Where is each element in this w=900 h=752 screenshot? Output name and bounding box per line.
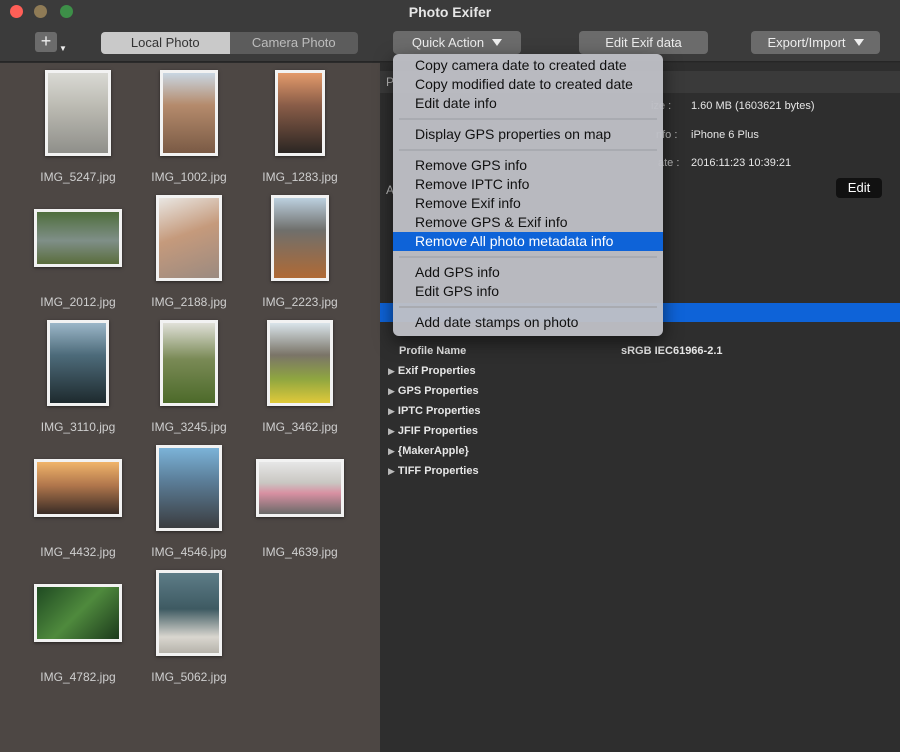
photo-filename: IMG_4782.jpg: [40, 670, 116, 684]
photo-thumbnail[interactable]: [271, 195, 329, 281]
menu-item-edit-date-info[interactable]: Edit date info: [393, 94, 663, 113]
photo-item[interactable]: IMG_5247.jpg: [23, 70, 133, 195]
export-import-label: Export/Import: [767, 35, 846, 50]
export-import-button[interactable]: Export/Import: [751, 31, 880, 54]
photo-thumbnail[interactable]: [34, 584, 122, 642]
photo-item[interactable]: IMG_2223.jpg: [245, 195, 355, 320]
quick-action-button[interactable]: Quick Action: [393, 31, 521, 54]
photo-filename: IMG_3110.jpg: [40, 420, 116, 434]
disclosure-triangle-icon[interactable]: ▶: [388, 406, 395, 416]
title-bar: Photo Exifer: [0, 0, 900, 24]
photo-item[interactable]: IMG_3462.jpg: [245, 320, 355, 445]
photo-item[interactable]: IMG_5062.jpg: [134, 570, 244, 695]
photo-thumbnail[interactable]: [256, 459, 344, 517]
photo-thumbnail[interactable]: [156, 570, 222, 656]
dropdown-arrow-icon: [492, 39, 503, 46]
photo-filename: IMG_1002.jpg: [151, 170, 227, 184]
photo-item[interactable]: IMG_4639.jpg: [245, 445, 355, 570]
file-size-value: 1.60 MB (1603621 bytes): [691, 100, 815, 112]
menu-item-copy-camera-date[interactable]: Copy camera date to created date: [393, 56, 663, 75]
disclosure-triangle-icon[interactable]: ▶: [388, 426, 395, 436]
photo-filename: IMG_1283.jpg: [262, 170, 338, 184]
quick-action-label: Quick Action: [411, 35, 485, 50]
photo-filename: IMG_5062.jpg: [151, 670, 227, 684]
photo-filename: IMG_4639.jpg: [262, 545, 338, 559]
photo-filename: IMG_2223.jpg: [262, 295, 338, 309]
profile-name-value: sRGB IEC61966-2.1: [621, 345, 723, 357]
photo-item[interactable]: IMG_4432.jpg: [23, 445, 133, 570]
photo-thumbnail[interactable]: [34, 459, 122, 517]
photo-filename: IMG_5247.jpg: [40, 170, 116, 184]
tab-camera-photo[interactable]: Camera Photo: [229, 32, 358, 54]
photo-thumbnail[interactable]: [45, 70, 111, 156]
property-group-tiff[interactable]: ▶ TIFF Properties: [388, 465, 479, 477]
property-group-iptc[interactable]: ▶ IPTC Properties: [388, 405, 480, 417]
menu-item-remove-gps-exif[interactable]: Remove GPS & Exif info: [393, 213, 663, 232]
disclosure-triangle-icon[interactable]: ▶: [388, 386, 395, 396]
edit-attributes-button[interactable]: Edit: [836, 178, 882, 198]
photo-item[interactable]: IMG_4782.jpg: [23, 570, 133, 695]
edit-exif-button[interactable]: Edit Exif data: [579, 31, 708, 54]
menu-item-add-date-stamps[interactable]: Add date stamps on photo: [393, 313, 663, 332]
photo-grid: IMG_5247.jpg IMG_1002.jpg IMG_1283.jpg I…: [0, 63, 380, 752]
menu-separator: [399, 149, 657, 151]
device-value: iPhone 6 Plus: [691, 129, 759, 141]
photo-filename: IMG_3462.jpg: [262, 420, 338, 434]
photo-item[interactable]: IMG_3245.jpg: [134, 320, 244, 445]
menu-item-remove-exif[interactable]: Remove Exif info: [393, 194, 663, 213]
photo-thumbnail[interactable]: [160, 320, 218, 406]
property-group-gps[interactable]: ▶ GPS Properties: [388, 385, 479, 397]
window-title: Photo Exifer: [408, 4, 492, 20]
photo-item[interactable]: IMG_3110.jpg: [23, 320, 133, 445]
add-photo-button[interactable]: +: [35, 32, 57, 52]
source-segmented-control: Local Photo Camera Photo: [101, 32, 358, 54]
photo-thumbnail[interactable]: [275, 70, 325, 156]
photo-thumbnail[interactable]: [160, 70, 218, 156]
photo-item[interactable]: IMG_1283.jpg: [245, 70, 355, 195]
menu-item-remove-all-metadata[interactable]: Remove All photo metadata info: [393, 232, 663, 251]
menu-item-add-gps[interactable]: Add GPS info: [393, 263, 663, 282]
disclosure-triangle-icon[interactable]: ▶: [388, 366, 395, 376]
quick-action-menu: Copy camera date to created date Copy mo…: [393, 54, 663, 336]
tab-local-photo[interactable]: Local Photo: [101, 32, 230, 54]
disclosure-triangle-icon[interactable]: ▶: [388, 446, 395, 456]
add-menu-caret-icon[interactable]: ▼: [59, 44, 67, 53]
photo-filename: IMG_4546.jpg: [151, 545, 227, 559]
menu-separator: [399, 118, 657, 120]
photo-thumbnail[interactable]: [267, 320, 333, 406]
photo-filename: IMG_2188.jpg: [151, 295, 227, 309]
photo-filename: IMG_2012.jpg: [40, 295, 116, 309]
date-value: 2016:11:23 10:39:21: [691, 157, 792, 169]
menu-item-copy-modified-date[interactable]: Copy modified date to created date: [393, 75, 663, 94]
photo-thumbnail[interactable]: [34, 209, 122, 267]
menu-item-remove-iptc[interactable]: Remove IPTC info: [393, 175, 663, 194]
profile-name-label: Profile Name: [399, 345, 467, 357]
dropdown-arrow-icon: [853, 39, 864, 46]
photo-item[interactable]: IMG_1002.jpg: [134, 70, 244, 195]
menu-separator: [399, 256, 657, 258]
property-group-exif[interactable]: ▶ Exif Properties: [388, 365, 476, 377]
photo-item[interactable]: IMG_2012.jpg: [23, 195, 133, 320]
property-group-makerapple[interactable]: ▶ {MakerApple}: [388, 445, 469, 457]
photo-item[interactable]: IMG_2188.jpg: [134, 195, 244, 320]
property-group-jfif[interactable]: ▶ JFIF Properties: [388, 425, 478, 437]
photo-filename: IMG_4432.jpg: [40, 545, 116, 559]
menu-separator: [399, 306, 657, 308]
photo-item[interactable]: IMG_4546.jpg: [134, 445, 244, 570]
menu-item-display-gps-map[interactable]: Display GPS properties on map: [393, 125, 663, 144]
photo-filename: IMG_3245.jpg: [151, 420, 227, 434]
photo-thumbnail[interactable]: [156, 445, 222, 531]
disclosure-triangle-icon[interactable]: ▶: [388, 466, 395, 476]
photo-thumbnail[interactable]: [156, 195, 222, 281]
photo-thumbnail[interactable]: [47, 320, 109, 406]
menu-item-remove-gps[interactable]: Remove GPS info: [393, 156, 663, 175]
menu-item-edit-gps[interactable]: Edit GPS info: [393, 282, 663, 301]
